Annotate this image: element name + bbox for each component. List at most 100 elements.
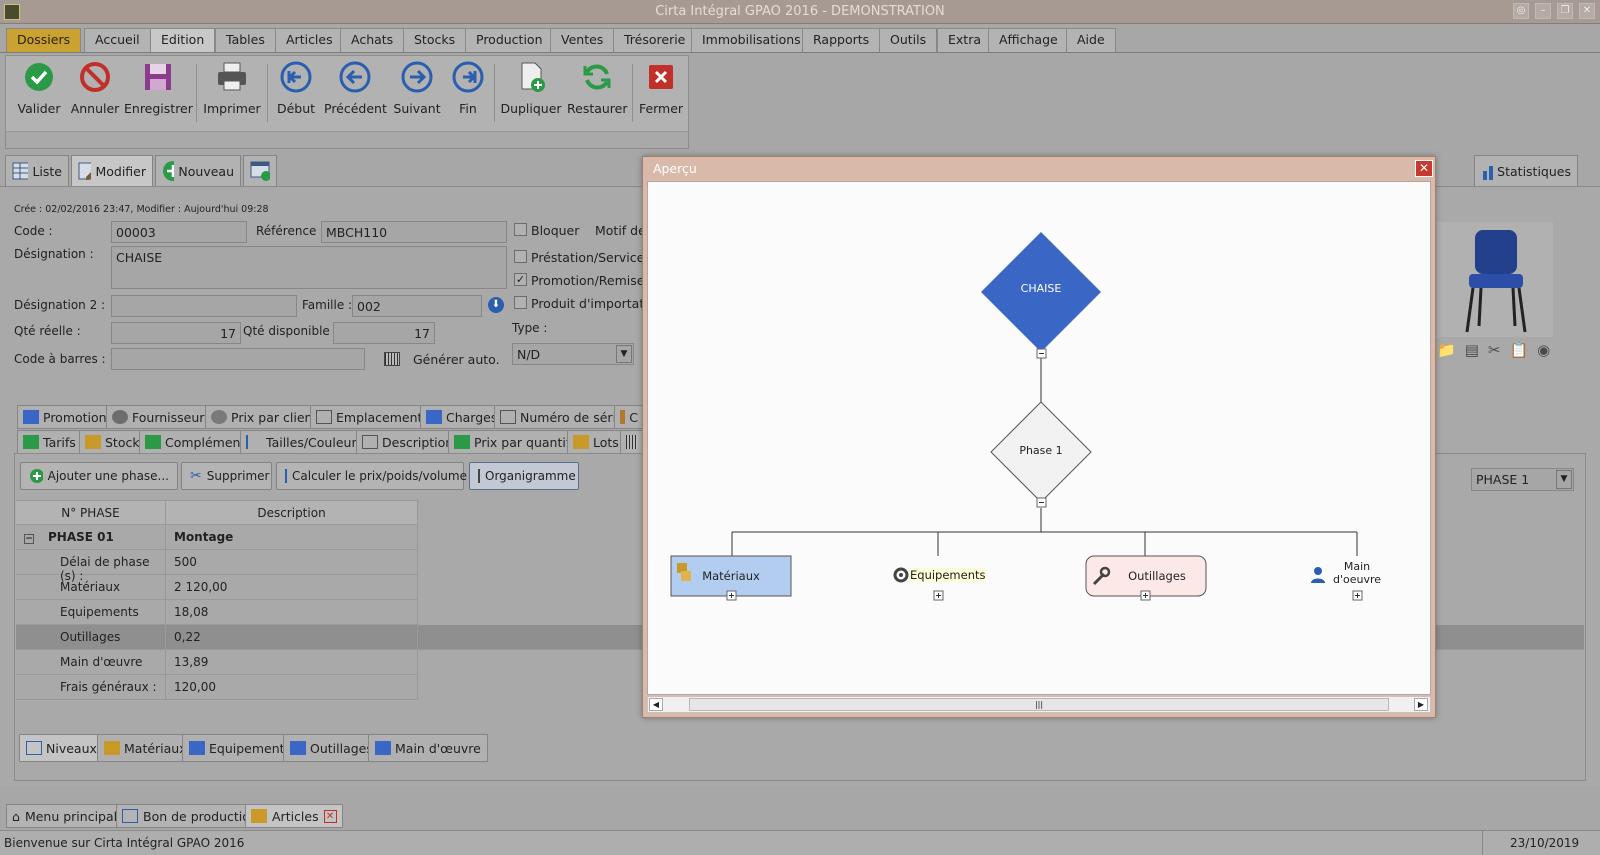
menu-production[interactable]: Production — [465, 28, 554, 52]
menu-tables[interactable]: Tables — [215, 28, 276, 52]
tab-description[interactable]: Description — [356, 430, 460, 454]
famille-dropdown-icon[interactable]: ⬇ — [488, 297, 504, 313]
horizontal-scrollbar[interactable]: ◀ ||| ▶ — [647, 696, 1431, 713]
suivant-button[interactable]: Suivant — [391, 60, 443, 116]
table-row[interactable]: − PHASE 01 Montage — [16, 525, 418, 550]
tab-promotion[interactable]: Promotion — [17, 405, 113, 429]
table-row[interactable]: Matériaux 2 120,00 — [16, 575, 418, 600]
header-description[interactable]: Description — [166, 501, 418, 526]
ajouter-phase-button[interactable]: Ajouter une phase... — [20, 462, 178, 490]
menu-aide[interactable]: Aide — [1066, 28, 1116, 52]
folder-icon[interactable]: 📁 — [1437, 341, 1456, 363]
restaurer-button[interactable]: Restaurer — [567, 60, 628, 116]
qte-reelle-input[interactable]: 17 — [111, 322, 241, 344]
tab-new-window[interactable] — [243, 155, 277, 187]
menu-ventes[interactable]: Ventes — [550, 28, 615, 52]
enregistrer-button[interactable]: Enregistrer — [124, 60, 193, 116]
type-select[interactable]: N/D ▼ — [512, 343, 634, 365]
code-input[interactable]: 00003 — [111, 221, 247, 243]
prestation-checkbox[interactable] — [514, 250, 527, 263]
designation-input[interactable]: CHAISE — [111, 246, 507, 289]
tab-charges[interactable]: Charges — [420, 405, 504, 429]
calculer-button[interactable]: Calculer le prix/poids/volume — [276, 462, 467, 490]
tab-tarifs[interactable]: Tarifs — [17, 430, 82, 454]
menu-affichage[interactable]: Affichage — [988, 28, 1069, 52]
code-barres-input[interactable] — [111, 348, 365, 370]
tab-prix-client[interactable]: Prix par client — [205, 405, 324, 429]
close-tab-icon[interactable]: ✕ — [323, 809, 337, 823]
expand-main-oeuvre-icon[interactable] — [1352, 590, 1363, 601]
menu-edition[interactable]: Edition — [150, 28, 216, 52]
tab-equipements[interactable]: Equipements — [182, 734, 299, 762]
fin-button[interactable]: Fin — [446, 60, 490, 116]
tab-liste[interactable]: Liste — [5, 155, 69, 187]
tab-lots[interactable]: Lots — [567, 430, 625, 454]
expand-outillages-icon[interactable] — [1140, 590, 1151, 601]
collapse-root-icon[interactable] — [1036, 348, 1047, 359]
tab-emplacements[interactable]: Emplacements — [310, 405, 435, 429]
tab-niveaux[interactable]: Niveaux — [19, 734, 104, 762]
tab-barcode[interactable] — [620, 430, 644, 454]
help-window-icon[interactable]: ◎ — [1513, 3, 1529, 19]
tab-statistiques[interactable]: Statistiques — [1474, 155, 1578, 187]
menu-dossiers[interactable]: Dossiers — [6, 28, 82, 52]
tab-complement[interactable]: Complément — [139, 430, 252, 454]
menu-extra[interactable]: Extra — [937, 28, 992, 52]
tab-modifier[interactable]: Modifier — [71, 155, 153, 187]
paste-icon[interactable]: 📋 — [1509, 341, 1528, 363]
menu-accueil[interactable]: Accueil — [84, 28, 151, 52]
tab-prix-quantite[interactable]: Prix par quantité — [448, 430, 585, 454]
expand-materiaux-icon[interactable] — [726, 590, 737, 601]
tab-outillages[interactable]: Outillages — [283, 734, 380, 762]
menu-achats[interactable]: Achats — [340, 28, 405, 52]
generer-auto-button[interactable]: Générer auto. — [413, 352, 500, 367]
header-n-phase[interactable]: N° PHASE — [16, 501, 166, 526]
webcam-icon[interactable]: ◉ — [1537, 341, 1550, 363]
tab-menu-principal[interactable]: ⌂ Menu principal — [6, 804, 124, 828]
reference-input[interactable]: MBCH110 — [321, 221, 507, 243]
minimize-button[interactable]: – — [1535, 3, 1551, 19]
restore-button[interactable]: ❐ — [1557, 3, 1573, 19]
scanner-icon[interactable]: ▤ — [1465, 341, 1479, 363]
tab-bon-production[interactable]: Bon de production — [116, 804, 264, 828]
famille-input[interactable]: 002 — [352, 295, 482, 317]
dialog-close-button[interactable]: ✕ — [1415, 160, 1433, 177]
menu-articles[interactable]: Articles — [275, 28, 344, 52]
scroll-thumb[interactable]: ||| — [689, 698, 1389, 711]
tab-tailles-couleurs[interactable]: Tailles/Couleurs — [240, 430, 370, 454]
menu-rapports[interactable]: Rapports — [802, 28, 881, 52]
scroll-right-icon[interactable]: ▶ — [1414, 698, 1428, 711]
table-row[interactable]: Main d'œuvre 13,89 — [16, 650, 418, 675]
tab-c[interactable]: C — [614, 405, 644, 429]
designation2-input[interactable] — [111, 295, 297, 317]
debut-button[interactable]: Début — [272, 60, 320, 116]
tab-fournisseurs[interactable]: Fournisseurs — [106, 405, 217, 429]
qte-disponible-input[interactable]: 17 — [333, 322, 435, 344]
tab-articles[interactable]: Articles ✕ — [245, 804, 343, 828]
dupliquer-button[interactable]: Dupliquer — [500, 60, 562, 116]
tab-materiaux[interactable]: Matériaux — [97, 734, 194, 762]
menu-tresorerie[interactable]: Trésorerie — [613, 28, 697, 52]
valider-button[interactable]: Valider — [12, 60, 66, 116]
table-row[interactable]: Equipements 18,08 — [16, 600, 418, 625]
table-row[interactable]: Frais généraux : 120,00 — [16, 675, 418, 700]
cut-icon[interactable]: ✂ — [1488, 341, 1501, 363]
collapse-phase-icon[interactable] — [1036, 497, 1047, 508]
expand-equipements-icon[interactable] — [933, 590, 944, 601]
import-checkbox[interactable] — [514, 296, 527, 309]
promotion-checkbox[interactable]: ✓ — [514, 273, 527, 286]
organigramme-button[interactable]: Organigramme — [469, 462, 579, 490]
tab-main-oeuvre[interactable]: Main d'œuvre — [368, 734, 488, 762]
scroll-left-icon[interactable]: ◀ — [649, 698, 663, 711]
menu-stocks[interactable]: Stocks — [403, 28, 467, 52]
supprimer-button[interactable]: ✂ Supprimer — [181, 462, 272, 490]
bloquer-checkbox[interactable] — [514, 223, 527, 236]
tab-stock[interactable]: Stock — [79, 430, 146, 454]
menu-outils[interactable]: Outils — [879, 28, 938, 52]
annuler-button[interactable]: Annuler — [68, 60, 122, 116]
close-window-button[interactable]: ✕ — [1579, 3, 1595, 19]
phase-select[interactable]: PHASE 1 ▼ — [1471, 468, 1574, 491]
imprimer-button[interactable]: Imprimer — [202, 60, 262, 116]
tab-numero-serie[interactable]: Numéro de série — [494, 405, 630, 429]
precedent-button[interactable]: Précédent — [324, 60, 387, 116]
